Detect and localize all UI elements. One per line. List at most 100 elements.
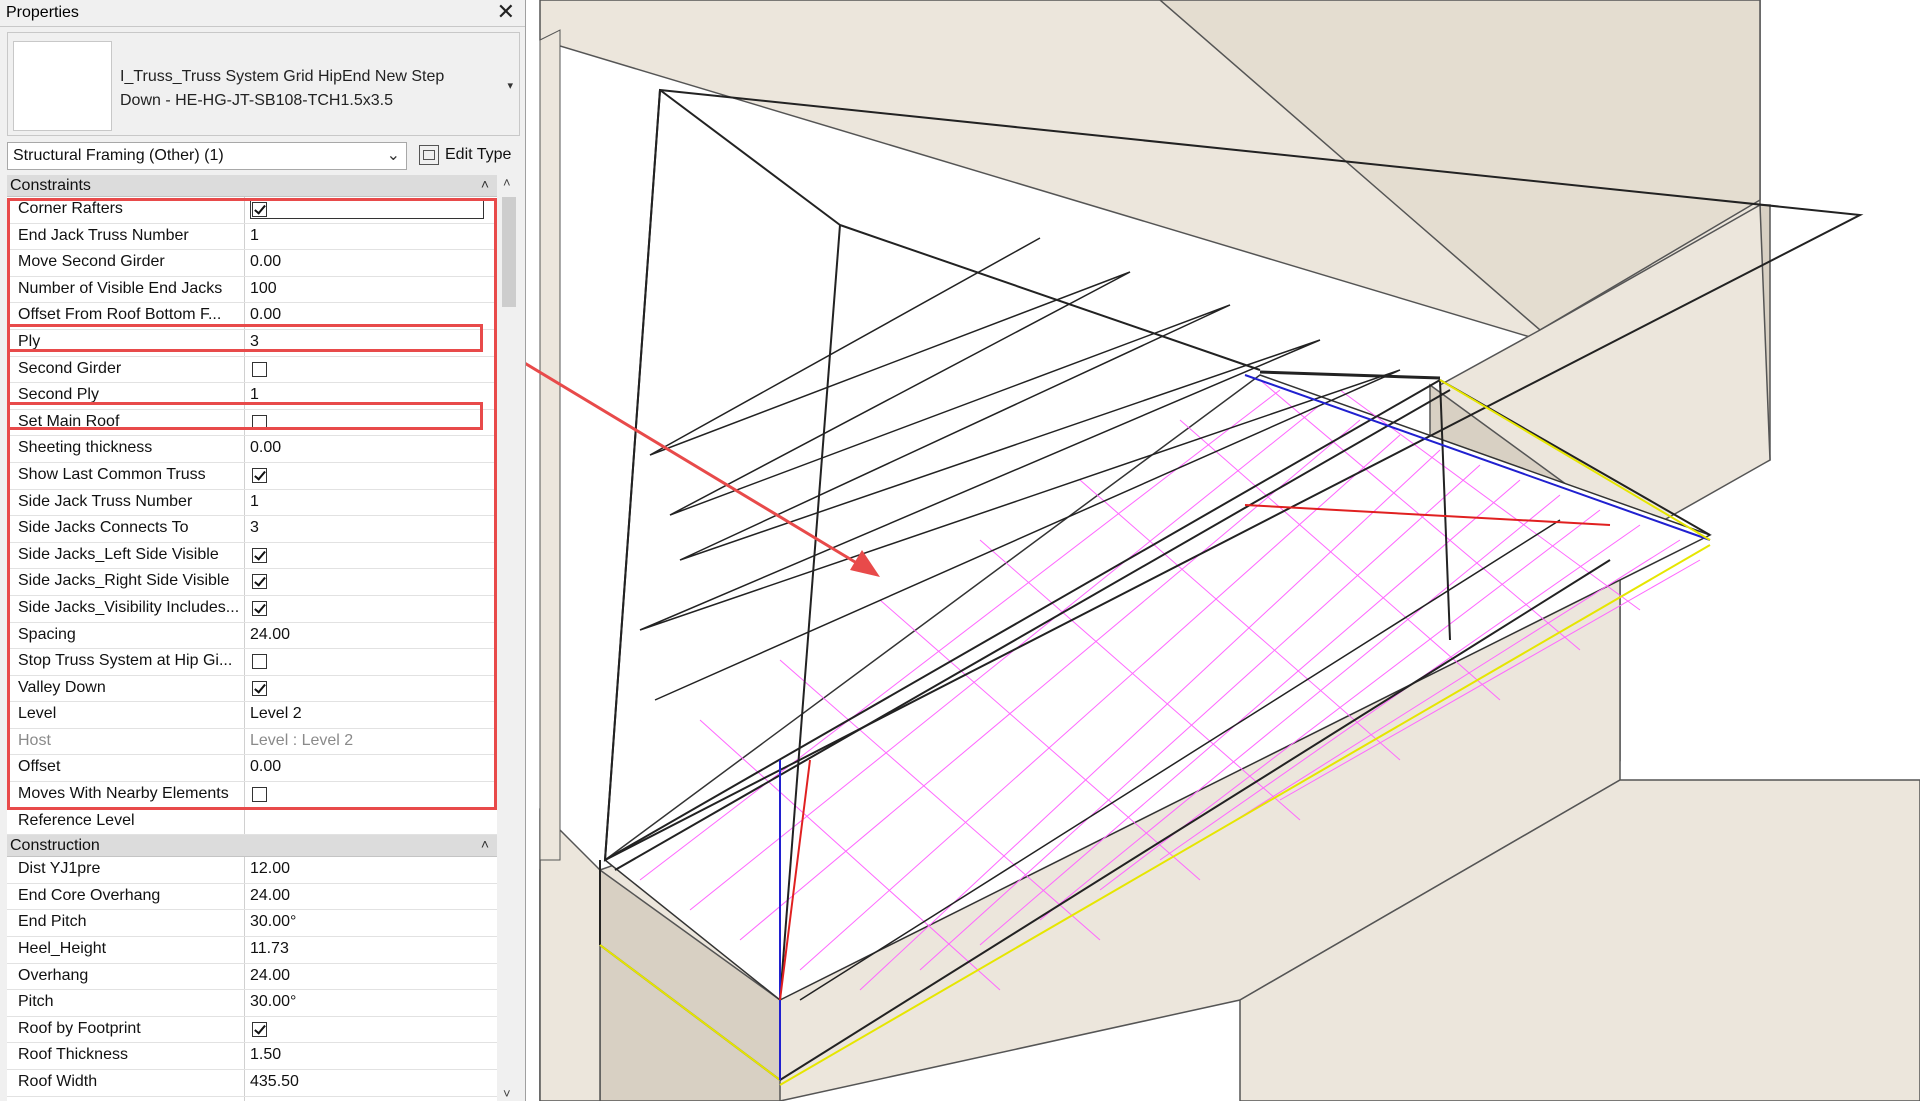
column-divider: [244, 409, 245, 436]
property-value[interactable]: 24.00: [250, 967, 290, 985]
collapse-icon[interactable]: ˄: [481, 836, 489, 852]
type-selector[interactable]: I_Truss_Truss System Grid HipEnd New Ste…: [7, 32, 520, 136]
property-checkbox[interactable]: [252, 361, 267, 377]
property-row-roof-thickness[interactable]: Roof Thickness 1.50: [7, 1043, 497, 1070]
column-divider: [244, 1043, 245, 1069]
scrollbar-thumb[interactable]: [502, 197, 516, 307]
property-checkbox[interactable]: [252, 680, 267, 696]
column-divider: [244, 223, 245, 250]
property-row-side-jack-truss-number[interactable]: Side Jack Truss Number 1: [7, 489, 497, 517]
property-row-offset[interactable]: Offset 0.00: [7, 755, 497, 783]
property-name: Side Jack Truss Number: [18, 492, 193, 510]
property-value[interactable]: 435.50: [250, 1073, 299, 1091]
property-value[interactable]: 0.00: [250, 253, 281, 271]
property-row-heel-height[interactable]: Heel_Height 11.73: [7, 937, 497, 964]
instance-filter-row: Structural Framing (Other) (1) ⌄ Edit Ty…: [7, 142, 520, 172]
property-row-end-core-overhang[interactable]: End Core Overhang 24.00: [7, 883, 497, 911]
section-constraints[interactable]: Constraints ˄: [7, 175, 497, 197]
property-checkbox[interactable]: [252, 600, 267, 616]
property-checkbox[interactable]: [252, 1021, 267, 1037]
property-name: Moves With Nearby Elements: [18, 785, 229, 803]
property-value[interactable]: 24.00: [250, 887, 290, 905]
property-checkbox[interactable]: [252, 467, 267, 483]
section-construction[interactable]: Construction ˄: [7, 835, 497, 858]
edit-type-button[interactable]: Edit Type: [415, 142, 521, 170]
column-divider: [244, 702, 245, 728]
column-divider: [244, 883, 245, 910]
property-row-roof-width[interactable]: Roof Width 435.50: [7, 1070, 497, 1097]
collapse-icon[interactable]: ˄: [481, 176, 489, 192]
property-row-valley-down[interactable]: Valley Down: [7, 675, 497, 703]
property-value[interactable]: 0.00: [250, 758, 281, 776]
property-row-side-jacks-connects-to[interactable]: Side Jacks Connects To 3: [7, 516, 497, 543]
property-row-end-jack-truss-number[interactable]: End Jack Truss Number 1: [7, 223, 497, 251]
property-row-end-pitch[interactable]: End Pitch 30.00°: [7, 910, 497, 938]
property-checkbox[interactable]: [252, 574, 267, 590]
property-row-host[interactable]: Host Level : Level 2: [7, 728, 497, 756]
property-scrollbar[interactable]: ˄ ˅: [500, 175, 518, 1101]
property-name: Stop Truss System at Hip Gi...: [18, 652, 233, 670]
property-row-roof-by-footprint[interactable]: Roof by Footprint: [7, 1016, 497, 1044]
property-checkbox[interactable]: [252, 414, 267, 430]
column-divider: [244, 542, 245, 569]
scroll-up-icon[interactable]: ˄: [503, 175, 511, 190]
property-name: Spacing: [18, 625, 76, 643]
close-icon[interactable]: ✕: [497, 1, 515, 23]
property-row-pitch[interactable]: Pitch 30.00°: [7, 990, 497, 1017]
property-value[interactable]: 1: [250, 386, 259, 404]
property-row-second-ply[interactable]: Second Ply 1: [7, 383, 497, 410]
instance-filter-dropdown[interactable]: Structural Framing (Other) (1) ⌄: [7, 142, 407, 170]
property-row-spacing[interactable]: Spacing 24.00: [7, 622, 497, 650]
property-value[interactable]: 3: [250, 519, 259, 537]
property-value[interactable]: 100: [250, 280, 277, 298]
property-name: Ply: [18, 332, 41, 350]
model-viewport[interactable]: [482, 0, 1920, 1102]
property-row-show-last-common-truss[interactable]: Show Last Common Truss: [7, 462, 497, 490]
property-value[interactable]: 11.73: [250, 940, 289, 958]
focused-value-box[interactable]: [250, 198, 484, 219]
property-value[interactable]: 1: [250, 493, 259, 511]
property-row-moves-with-nearby-elements[interactable]: Moves With Nearby Elements: [7, 782, 497, 809]
property-row-level[interactable]: Level Level 2: [7, 702, 497, 729]
column-divider: [244, 1016, 245, 1043]
property-row-move-second-girder[interactable]: Move Second Girder 0.00: [7, 250, 497, 277]
column-divider: [244, 250, 245, 276]
property-name: Roof Width: [18, 1073, 98, 1090]
property-row-ply[interactable]: Ply 3: [7, 329, 497, 357]
property-grid: Constraints ˄ Corner Rafters End Jack Tru…: [7, 175, 497, 1101]
property-value[interactable]: 30.00°: [250, 993, 296, 1011]
property-row-side-jacks-right-side-visible[interactable]: Side Jacks_Right Side Visible: [7, 569, 497, 596]
column-divider: [244, 303, 245, 329]
property-row-reference-level[interactable]: Reference Level: [7, 808, 497, 836]
property-value[interactable]: Level 2: [250, 705, 302, 723]
property-row-corner-rafters[interactable]: Corner Rafters: [7, 197, 497, 224]
property-value[interactable]: 3: [250, 333, 259, 351]
property-row-overhang[interactable]: Overhang 24.00: [7, 963, 497, 991]
property-row-side-jacks-left-side-visible[interactable]: Side Jacks_Left Side Visible: [7, 542, 497, 570]
property-row-sheeting-thickness[interactable]: Sheeting thickness 0.00: [7, 436, 497, 463]
property-value[interactable]: 30.00°: [250, 913, 296, 931]
property-row-side-jacks-visibility-includes[interactable]: Side Jacks_Visibility Includes...: [7, 595, 497, 623]
property-name: Roof Thickness: [18, 1046, 128, 1064]
property-row-number-of-visible-end-jacks[interactable]: Number of Visible End Jacks 100: [7, 276, 497, 304]
property-row-offset-from-roof-bottom-f[interactable]: Offset From Roof Bottom F... 0.00: [7, 303, 497, 330]
property-value[interactable]: 0.00: [250, 439, 281, 457]
property-name: Second Ply: [18, 386, 99, 404]
property-value[interactable]: 12.00: [250, 860, 290, 878]
property-value[interactable]: 24.00: [250, 626, 290, 644]
property-checkbox[interactable]: [252, 547, 267, 563]
property-name: Number of Visible End Jacks: [18, 279, 223, 297]
property-row-dist-yj1pre[interactable]: Dist YJ1pre 12.00: [7, 857, 497, 884]
column-divider: [244, 910, 245, 937]
property-row-second-girder[interactable]: Second Girder: [7, 356, 497, 384]
property-row-roof-top-faces[interactable]: Roof_Top_Faces: [7, 1096, 497, 1101]
property-value[interactable]: 1: [250, 227, 259, 245]
property-checkbox[interactable]: [252, 787, 267, 803]
property-checkbox[interactable]: [252, 654, 267, 670]
chevron-down-icon[interactable]: ▾: [507, 79, 513, 92]
property-value[interactable]: 0.00: [250, 306, 281, 324]
property-value[interactable]: 1.50: [250, 1046, 281, 1064]
property-row-stop-truss-system-at-hip-gi[interactable]: Stop Truss System at Hip Gi...: [7, 649, 497, 676]
scroll-down-icon[interactable]: ˅: [503, 1086, 511, 1101]
property-row-set-main-roof[interactable]: Set Main Roof: [7, 409, 497, 437]
